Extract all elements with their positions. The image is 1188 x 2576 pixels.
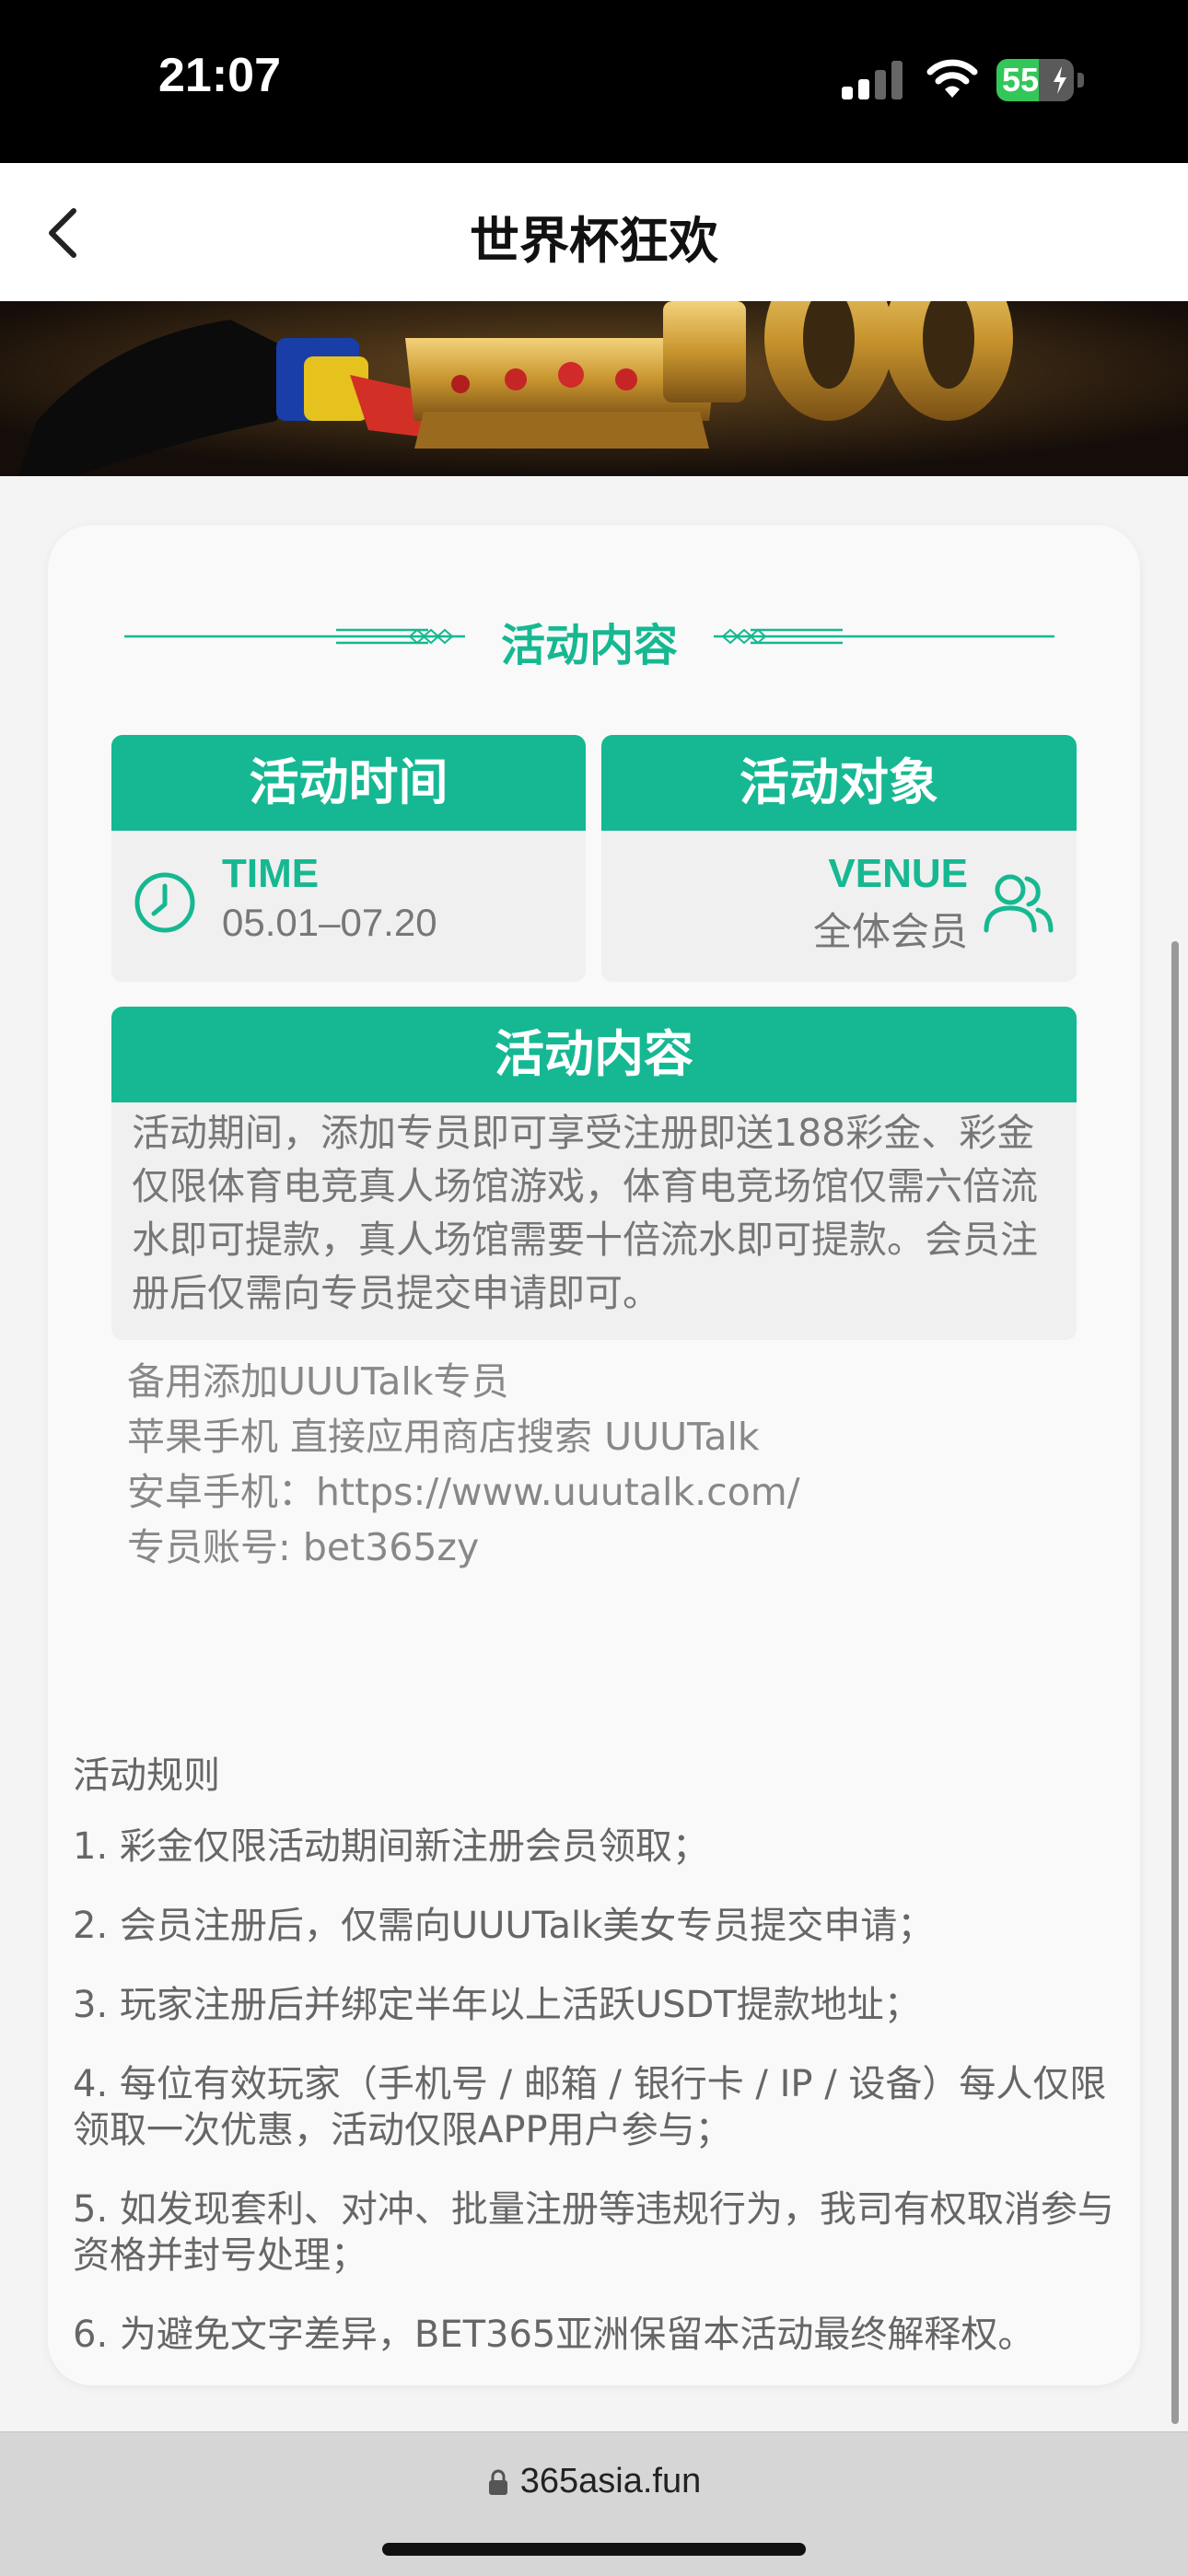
url-text: 365asia.fun	[519, 2462, 702, 2500]
contact-info-line: 苹果手机 直接应用商店搜索 UUUTalk	[127, 1415, 760, 1459]
rule-item: 1. 彩金仅限活动期间新注册会员领取；	[73, 1825, 709, 1868]
activity-target-header: 活动对象	[601, 735, 1077, 831]
rules-list: 1. 彩金仅限活动期间新注册会员领取； 2. 会员注册后，仅需向UUUTalk美…	[73, 1824, 1123, 2391]
section-header: 活动内容	[124, 603, 1054, 671]
rule-item: 6. 为避免文字差异，BET365亚洲保留本活动最终解释权。	[73, 2314, 1035, 2356]
time-label: TIME	[222, 851, 320, 896]
activity-content-box: 活动内容 活动期间，添加专员即可享受注册即送188彩金、彩金仅限体育电竞真人场馆…	[111, 1007, 1077, 1340]
people-icon	[984, 874, 1054, 933]
battery-level-text: 55	[1002, 61, 1040, 99]
rule-item: 4. 每位有效玩家（手机号 / 邮箱 / 银行卡 / IP / 设备）每人仅限领…	[73, 2063, 1107, 2151]
rule-item: 3. 玩家注册后并绑定半年以上活跃USDT提款地址；	[73, 1984, 921, 2026]
page-title: 世界杯狂欢	[470, 212, 718, 270]
venue-value: 全体会员	[812, 909, 968, 954]
promo-banner-image	[0, 301, 1188, 476]
charging-bolt-icon	[1054, 66, 1066, 94]
section-header-title: 活动内容	[500, 620, 678, 671]
rule-item: 5. 如发现套利、对冲、批量注册等违规行为，我司有权取消参与资格并封号处理；	[73, 2188, 1114, 2277]
activity-time-box: 活动时间 TIME 05.01–07.20	[111, 735, 586, 982]
contact-info: 备用添加UUUTalk专员 苹果手机 直接应用商店搜索 UUUTalk 安卓手机…	[127, 1354, 1048, 1575]
contact-info-line: 备用添加UUUTalk专员	[127, 1359, 509, 1404]
rule-item: 2. 会员注册后，仅需向UUUTalk美女专员提交申请；	[73, 1905, 935, 1947]
time-value: 05.01–07.20	[222, 901, 437, 944]
rules-title: 活动规则	[73, 1754, 220, 1797]
activity-time-header: 活动时间	[111, 735, 586, 831]
scrollbar[interactable]	[1171, 941, 1179, 2424]
activity-target-box: 活动对象 VENUE 全体会员	[601, 735, 1077, 982]
nav-bar: 世界杯狂欢	[0, 163, 1188, 301]
contact-info-line[interactable]: 安卓手机：https://www.uuutalk.com/	[127, 1464, 1048, 1520]
lock-icon	[488, 2469, 507, 2495]
signal-icon	[842, 61, 903, 99]
contact-info-line: 专员账号: bet365zy	[127, 1525, 480, 1569]
battery-body: 55	[996, 59, 1074, 101]
status-bar: 21:07 55	[0, 0, 1188, 163]
wifi-icon	[926, 59, 978, 98]
clock-icon	[134, 872, 195, 933]
battery-tip	[1077, 73, 1084, 87]
activity-content-text: 活动期间，添加专员即可享受注册即送188彩金、彩金仅限体育电竞真人场馆游戏，体育…	[132, 1111, 1038, 1315]
banner-artwork	[0, 301, 1188, 476]
home-indicator[interactable]	[382, 2543, 806, 2556]
venue-label: VENUE	[828, 851, 968, 896]
status-time: 21:07	[158, 49, 281, 102]
battery-icon: 55	[996, 59, 1085, 101]
activity-content-header: 活动内容	[111, 1007, 1077, 1102]
url-display[interactable]: 365asia.fun	[0, 2462, 1188, 2501]
